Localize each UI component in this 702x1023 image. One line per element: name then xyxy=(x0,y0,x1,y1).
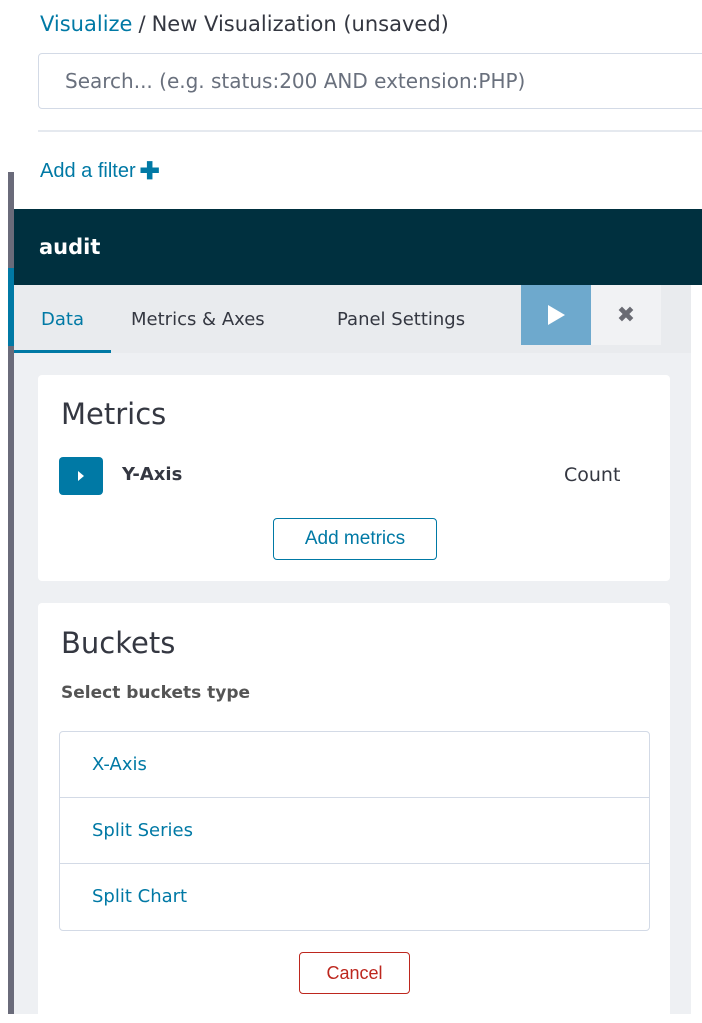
bucket-option-split-series[interactable]: Split Series xyxy=(60,798,649,864)
add-filter-label: Add a filter xyxy=(40,160,136,182)
caret-right-icon xyxy=(78,471,84,481)
tab-active-indicator xyxy=(14,350,111,353)
yaxis-expand-button[interactable] xyxy=(59,457,103,495)
yaxis-label: Y-Axis xyxy=(122,464,183,485)
add-filter-button[interactable]: Add a filter ✚ xyxy=(40,157,160,186)
metrics-title: Metrics xyxy=(61,397,167,431)
buckets-subtitle: Select buckets type xyxy=(61,683,251,703)
search-input[interactable] xyxy=(39,54,702,108)
aggregation-value: Count xyxy=(564,464,621,486)
tab-data[interactable]: Data xyxy=(14,285,111,353)
buckets-title: Buckets xyxy=(61,626,176,660)
tab-panel-settings[interactable]: Panel Settings xyxy=(337,285,465,353)
breadcrumb-visualize-link[interactable]: Visualize xyxy=(40,12,132,36)
plus-icon: ✚ xyxy=(139,158,160,185)
bucket-option-split-chart[interactable]: Split Chart xyxy=(60,864,649,930)
index-pattern-title: audit xyxy=(39,235,101,259)
add-metrics-button[interactable]: Add metrics xyxy=(273,518,437,560)
breadcrumb: Visualize / New Visualization (unsaved) xyxy=(40,10,449,38)
divider xyxy=(38,130,702,132)
cancel-button[interactable]: Cancel xyxy=(299,952,410,994)
search-box xyxy=(38,53,702,109)
breadcrumb-current: New Visualization (unsaved) xyxy=(151,12,449,36)
breadcrumb-separator: / xyxy=(138,12,146,36)
close-icon: ✖ xyxy=(616,302,636,328)
tab-metrics-axes[interactable]: Metrics & Axes xyxy=(131,285,265,353)
apply-changes-button[interactable] xyxy=(521,285,591,345)
discard-changes-button[interactable]: ✖ xyxy=(591,285,661,345)
bucket-type-list: X-Axis Split Series Split Chart xyxy=(59,731,650,931)
play-icon xyxy=(548,305,565,325)
panel-header xyxy=(14,209,702,285)
bucket-option-x-axis[interactable]: X-Axis xyxy=(60,732,649,798)
